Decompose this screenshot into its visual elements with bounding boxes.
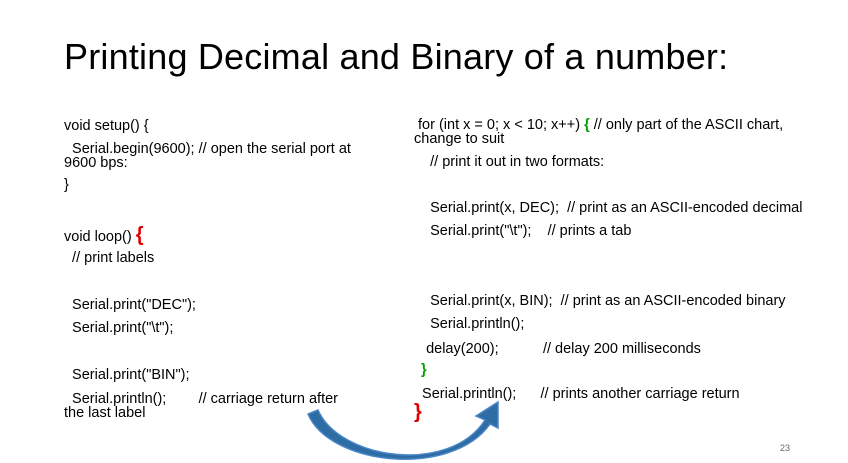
print-x-bin: Serial.print(x, BIN); // print as an ASC… [414, 293, 786, 309]
println-after-cont: the last label [64, 405, 146, 421]
print-bin: Serial.print("BIN"); [64, 367, 190, 383]
serial-begin-cont: 9600 bps: [64, 155, 128, 171]
curved-arrow-icon [307, 400, 499, 460]
setup-close: } [64, 177, 69, 193]
page-number: 23 [779, 443, 790, 453]
loop-brace: { [135, 224, 144, 246]
comment-labels: // print labels [64, 250, 155, 266]
loop-line: void loop() { [64, 224, 144, 246]
close-brace-green: } [421, 362, 427, 378]
println-right: Serial.println(); [414, 316, 525, 332]
setup-open: void setup() { [64, 118, 149, 134]
delay-line: delay(200); // delay 200 milliseconds [414, 341, 701, 357]
slide-title: Printing Decimal and Binary of a number: [64, 36, 729, 77]
print-tab: Serial.print("\t"); [64, 320, 174, 336]
print-dec: Serial.print("DEC"); [64, 297, 196, 313]
for-comment: // only part of the ASCII chart, [589, 117, 784, 133]
print-x-dec: Serial.print(x, DEC); // print as an ASC… [414, 200, 803, 216]
loop-open: void loop() [64, 229, 136, 245]
comment-formats: // print it out in two formats: [414, 154, 605, 170]
for-cont: change to suit [414, 131, 505, 147]
print-tab-right: Serial.print("\t"); // prints a tab [414, 223, 632, 239]
